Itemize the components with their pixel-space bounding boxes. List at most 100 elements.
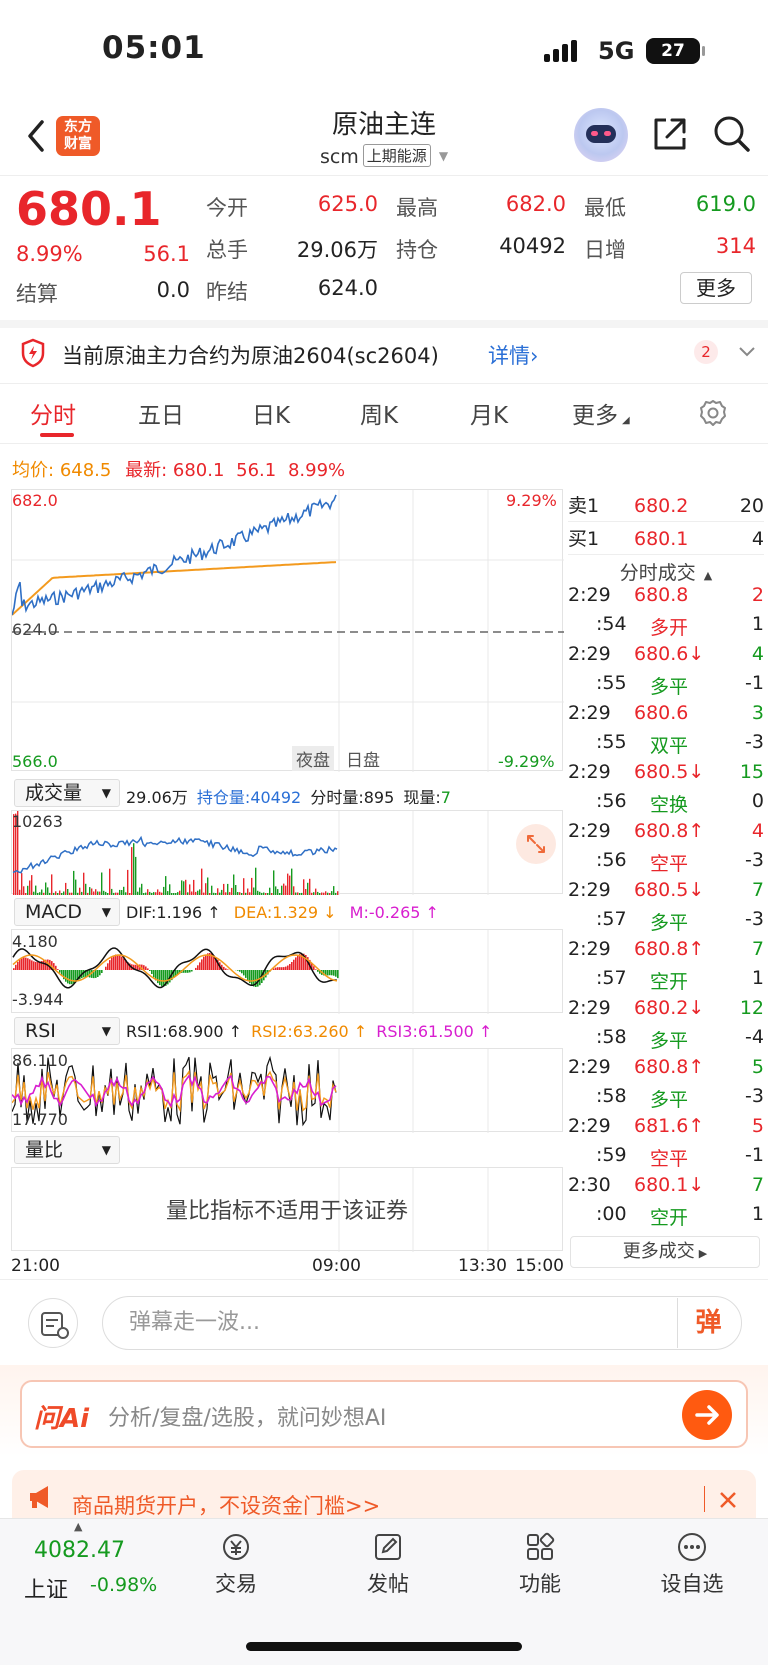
macd-bar	[101, 970, 103, 973]
macd-chart-svg	[12, 930, 489, 1014]
tick-price: 680.2↓	[634, 997, 705, 1019]
tab-five-day[interactable]: 五日	[138, 396, 184, 430]
settings-gear-icon[interactable]	[698, 398, 728, 428]
macd-bar	[285, 966, 287, 970]
more-trades-button[interactable]: 更多成交 ▶	[570, 1236, 760, 1268]
nav-watchlist[interactable]: 设自选	[652, 1530, 732, 1598]
volume-bar	[59, 890, 61, 895]
volume-bar	[287, 873, 289, 895]
ratio-indicator-select[interactable]: 量比 ▼	[14, 1136, 120, 1164]
volume-bar	[103, 890, 105, 895]
tick-row: 2:29 680.8↑ 5:58 多平 -3	[568, 1056, 764, 1114]
volume-bar	[183, 881, 185, 895]
volume-indicator-select[interactable]: 成交量 ▼	[14, 779, 120, 807]
tick-price: 680.8↑	[634, 1056, 705, 1078]
chevron-down-icon[interactable]	[738, 344, 756, 358]
search-icon[interactable]	[712, 114, 752, 154]
macd-bar	[295, 957, 297, 970]
tab-more[interactable]: 更多 ◢	[572, 396, 630, 430]
notice-detail-link[interactable]: 详情›	[488, 340, 538, 370]
macd-bar	[149, 970, 151, 971]
macd-bar	[159, 970, 161, 986]
macd-bar	[275, 967, 277, 970]
tick-time: 2:29	[568, 584, 611, 606]
tick-seconds: :57	[596, 967, 627, 989]
tick-price: 680.6↓	[634, 643, 705, 665]
volume-bar	[179, 890, 181, 895]
index-value[interactable]: 4082.47	[34, 1538, 125, 1563]
open-label: 今开	[206, 196, 248, 220]
tick-volume: 7	[751, 938, 764, 960]
tab-daily-k[interactable]: 日K	[252, 396, 290, 430]
volume-bar	[333, 886, 335, 895]
volume-bar	[139, 887, 141, 895]
status-time: 05:01	[102, 30, 206, 66]
tick-seconds: :54	[596, 613, 627, 635]
macd-bar	[65, 970, 67, 982]
macd-bar	[23, 957, 25, 970]
tick-seconds: :56	[596, 790, 627, 812]
battery-icon: 27	[646, 38, 700, 64]
macd-indicator-select[interactable]: MACD ▼	[14, 898, 120, 926]
danmaku-send-button[interactable]: 弹	[677, 1298, 739, 1348]
tick-volume: 7	[751, 879, 764, 901]
volume-bar	[311, 892, 313, 895]
caret-down-icon: ▼	[438, 149, 449, 163]
macd-bar	[19, 959, 21, 970]
volume-bar	[221, 889, 223, 895]
tick-volume: 5	[751, 1115, 764, 1137]
index-name[interactable]: 上证	[24, 1572, 68, 1604]
volume-bar	[137, 891, 139, 895]
nav-post[interactable]: 发帖	[348, 1530, 428, 1598]
macd-bar	[157, 970, 159, 984]
tick-seconds: :56	[596, 849, 627, 871]
ai-avatar-icon[interactable]	[574, 108, 628, 162]
macd-bar	[69, 970, 71, 985]
tick-price: 680.6	[634, 702, 689, 724]
arrow-right-icon[interactable]	[682, 1390, 732, 1440]
rsi-indicator-select[interactable]: RSI ▼	[14, 1017, 120, 1045]
expand-icon[interactable]	[516, 824, 556, 864]
danmaku-label: 弹	[695, 1308, 722, 1338]
tab-intraday[interactable]: 分时	[30, 396, 76, 430]
close-icon[interactable]	[718, 1490, 738, 1510]
comment-list-icon[interactable]	[28, 1298, 78, 1348]
tab-monthly-k[interactable]: 月K	[470, 396, 508, 430]
volume-bar	[307, 882, 309, 895]
nav-functions[interactable]: 功能	[500, 1530, 580, 1598]
volume-bar	[243, 878, 245, 895]
volume-bar	[25, 893, 27, 895]
intraday-chart-panel[interactable]	[11, 489, 564, 772]
volume-chart-svg	[12, 809, 489, 895]
tick-seconds: :59	[596, 1144, 627, 1166]
tick-row: 2:29 680.5↓ 7:57 多平 -3	[568, 879, 764, 937]
share-icon[interactable]	[650, 114, 690, 154]
oi-label: 持仓	[396, 238, 438, 262]
macd-bar	[227, 969, 229, 970]
macd-bar	[17, 961, 19, 970]
volume-bar	[187, 892, 189, 895]
volume-value: 29.06万	[296, 238, 378, 262]
macd-bar	[185, 970, 187, 973]
volume-bar	[23, 886, 25, 895]
tab-weekly-k[interactable]: 周K	[360, 396, 398, 430]
tick-time: 2:29	[568, 761, 611, 783]
danmaku-input[interactable]: 弹幕走一波...	[102, 1296, 742, 1350]
ticks-header[interactable]: 分时成交 ▲	[568, 558, 764, 585]
volume-bar	[301, 892, 303, 895]
tick-row: 2:29 680.5↓ 15:56 空换 0	[568, 761, 764, 819]
more-quote-button[interactable]: 更多	[680, 272, 752, 304]
tick-oi-change: 1	[751, 613, 764, 635]
index-pct[interactable]: -0.98%	[90, 1574, 157, 1596]
volume-bar	[157, 889, 159, 895]
intraday-chart-svg	[11, 490, 564, 772]
nav-trade-label: 交易	[215, 1572, 257, 1596]
volume-bar	[19, 889, 21, 895]
macd-bar	[331, 970, 333, 976]
macd-bar	[195, 967, 197, 970]
volume-bar	[329, 893, 331, 895]
nav-functions-label: 功能	[519, 1572, 561, 1596]
macd-bar	[163, 970, 165, 987]
macd-bar	[225, 968, 227, 970]
nav-trade[interactable]: 交易	[196, 1530, 276, 1598]
